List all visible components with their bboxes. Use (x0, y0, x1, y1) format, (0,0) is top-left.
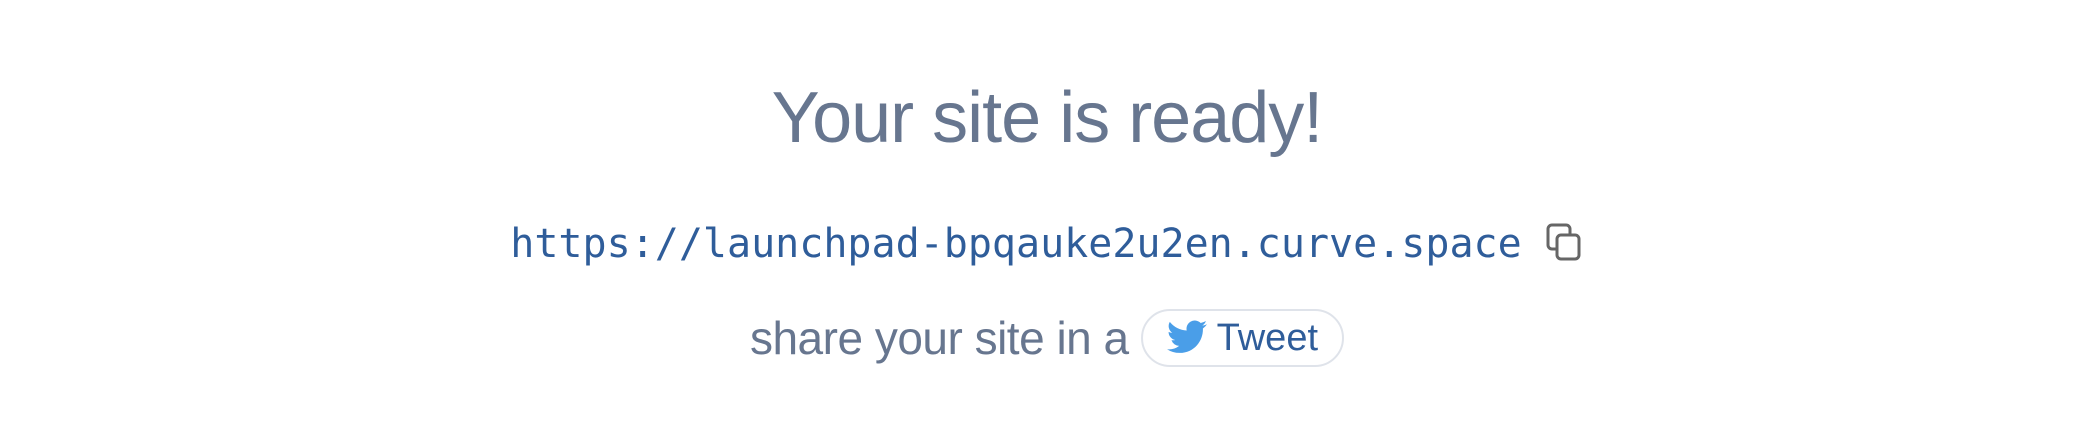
share-text: share your site in a (749, 312, 1129, 364)
site-ready-page: Your site is ready! https://launchpad-bp… (0, 0, 2094, 448)
share-row: share your site in a Tweet (0, 308, 2094, 368)
twitter-bird-icon (1166, 319, 1207, 357)
copy-icon (1546, 223, 1582, 266)
tweet-button[interactable]: Tweet (1140, 309, 1345, 367)
tweet-button-label: Tweet (1216, 317, 1319, 359)
site-url-link[interactable]: https://launchpad-bpqauke2u2en.curve.spa… (510, 216, 1521, 272)
page-title: Your site is ready! (771, 78, 1324, 158)
copy-url-button[interactable] (1544, 222, 1584, 266)
url-row: https://launchpad-bpqauke2u2en.curve.spa… (0, 216, 2094, 272)
